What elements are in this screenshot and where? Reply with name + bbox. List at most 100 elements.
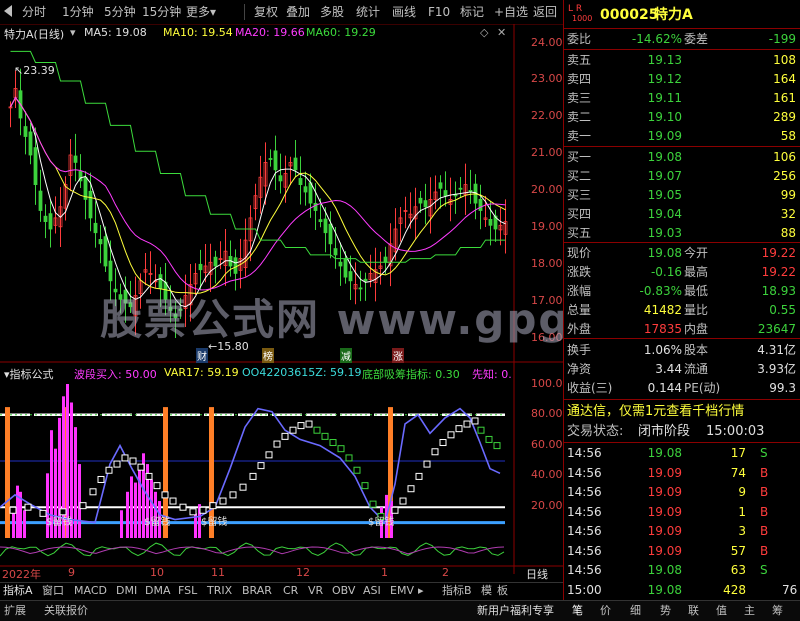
magenta-osc-line: [0, 546, 505, 555]
candle-body: [273, 150, 278, 171]
btn-multi[interactable]: 多股: [320, 4, 344, 20]
arrow-icon: ↖: [14, 64, 24, 77]
tab-vr[interactable]: VR: [308, 583, 323, 598]
tab-fsl[interactable]: FSL: [178, 583, 197, 598]
btn-back[interactable]: 返回: [533, 4, 557, 20]
bid-row[interactable]: 买三 19.05 99: [564, 186, 800, 204]
event-badge-list[interactable]: 榜: [262, 348, 274, 363]
tab-timeshare[interactable]: 分时: [22, 4, 46, 20]
tab-indicator-b[interactable]: 指标B: [442, 583, 472, 598]
staircase-box: [97, 475, 105, 483]
footer-tab-jia[interactable]: 价: [600, 603, 611, 618]
close-icon[interactable]: ✕: [497, 26, 506, 39]
footer-related-quote[interactable]: 关联报价: [44, 603, 88, 618]
tab-template-1[interactable]: 模: [481, 583, 492, 598]
period-label[interactable]: 日线: [526, 566, 548, 582]
btn-draw[interactable]: 画线: [392, 4, 416, 20]
footer-promo[interactable]: 新用户福利专享: [477, 603, 554, 618]
trade-status-label: 交易状态:: [567, 424, 624, 439]
tab-brar[interactable]: BRAR: [242, 583, 272, 598]
ask-row[interactable]: 卖三 19.11 161: [564, 89, 800, 107]
stat-value: 3.93亿: [757, 362, 796, 376]
buy-signal-label: $留钱: [46, 517, 73, 528]
footer-tab-chou[interactable]: 筹: [772, 603, 783, 618]
tab-dma[interactable]: DMA: [145, 583, 171, 598]
tick-price: 19.08: [647, 446, 682, 460]
tab-window[interactable]: 窗口: [42, 583, 64, 598]
date-label: 10: [150, 566, 164, 579]
tab-emv[interactable]: EMV: [390, 583, 414, 598]
staircase-box: [439, 439, 447, 447]
diamond-icon[interactable]: ◇: [480, 26, 488, 39]
promo-row[interactable]: 通达信，仅需1元查看千档行情: [564, 402, 800, 422]
capital-row: 净资 3.44 流通 3.93亿: [564, 360, 800, 378]
high-price-value: 23.39: [23, 64, 55, 77]
green-box: [353, 466, 361, 474]
ask-label: 卖三: [567, 91, 592, 105]
ask-volume: 58: [780, 129, 796, 143]
param-prophet: 先知: 0.: [472, 368, 512, 381]
footer-tab-lian[interactable]: 联: [688, 603, 699, 618]
stat-value: 4.31亿: [757, 343, 796, 357]
chevron-down-icon: ▾: [210, 5, 217, 19]
stat-label: 总量: [567, 303, 592, 317]
tab-indicator-a[interactable]: 指标A: [3, 583, 33, 598]
staircase-box: [9, 506, 17, 514]
btn-stats[interactable]: 统计: [356, 4, 380, 20]
ask-row[interactable]: 卖二 19.10 289: [564, 108, 800, 126]
bid-row[interactable]: 买二 19.07 256: [564, 167, 800, 185]
footer-tab-zhu[interactable]: 主: [744, 603, 755, 618]
indicator-title[interactable]: ▾指标公式: [4, 366, 54, 382]
tab-1min[interactable]: 1分钟: [62, 4, 94, 20]
tab-15min[interactable]: 15分钟: [142, 4, 181, 20]
ask-label: 卖四: [567, 72, 592, 86]
stat-label: 外盘: [567, 322, 592, 336]
ask-row[interactable]: 卖四 19.12 164: [564, 70, 800, 88]
footer-tab-shi[interactable]: 势: [660, 603, 671, 618]
event-badge-reduce[interactable]: 减: [340, 348, 352, 363]
staircase-box: [447, 431, 455, 439]
event-badge-finance[interactable]: 财: [196, 348, 208, 363]
footer-tab-zhi[interactable]: 值: [716, 603, 727, 618]
tab-trix[interactable]: TRIX: [207, 583, 232, 598]
tab-more[interactable]: 更多▾: [186, 4, 216, 20]
date-label: 2: [442, 566, 449, 579]
stat-value: 99.3: [769, 381, 796, 395]
candle-body: [453, 194, 458, 197]
candle-body: [43, 215, 48, 223]
btn-mark[interactable]: 标记: [460, 4, 484, 20]
staircase-box: [161, 491, 169, 499]
tab-obv[interactable]: OBV: [332, 583, 355, 598]
tab-macd[interactable]: MACD: [74, 583, 107, 598]
tab-scroll-icon[interactable]: ▸: [418, 583, 424, 598]
staircase-box: [455, 425, 463, 433]
btn-fuquan[interactable]: 复权: [254, 4, 278, 20]
stat-label: 今开: [684, 246, 709, 260]
bid-row[interactable]: 买四 19.04 32: [564, 205, 800, 223]
stat-value: 0.144: [647, 381, 682, 395]
tab-dmi[interactable]: DMI: [116, 583, 137, 598]
bid-row[interactable]: 买一 19.08 106: [564, 148, 800, 166]
tab-template-2[interactable]: 板: [497, 583, 508, 598]
footer-tab-xi[interactable]: 细: [630, 603, 641, 618]
weibi-row: 委比 -14.62% 委差 -199: [564, 30, 800, 48]
btn-add-favorite[interactable]: +自选: [494, 4, 528, 20]
footer-tab-bi[interactable]: 笔: [572, 603, 583, 618]
btn-overlay[interactable]: 叠加: [286, 4, 310, 20]
toolbar-left-arrow[interactable]: [4, 5, 12, 17]
ask-row[interactable]: 卖五 19.13 108: [564, 51, 800, 69]
tab-asi[interactable]: ASI: [363, 583, 381, 598]
bid-row[interactable]: 买五 19.03 88: [564, 224, 800, 242]
btn-f10[interactable]: F10: [428, 4, 450, 20]
candle-body: [443, 190, 448, 197]
candle-body: [343, 258, 348, 278]
event-badge-rise[interactable]: 涨: [392, 348, 404, 363]
chart-area[interactable]: 特力A(日线) ▾ MA5: 19.08 MA10: 19.54 MA20: 1…: [0, 24, 717, 581]
tab-5min[interactable]: 5分钟: [104, 4, 136, 20]
stat-value: 0.55: [769, 303, 796, 317]
collapse-icon[interactable]: ▾: [70, 26, 76, 39]
tab-cr[interactable]: CR: [283, 583, 298, 598]
ask-row[interactable]: 卖一 19.09 58: [564, 127, 800, 145]
param-oo42: OO42203615Z: 59.19: [242, 366, 362, 379]
footer-extend[interactable]: 扩展: [4, 603, 26, 618]
